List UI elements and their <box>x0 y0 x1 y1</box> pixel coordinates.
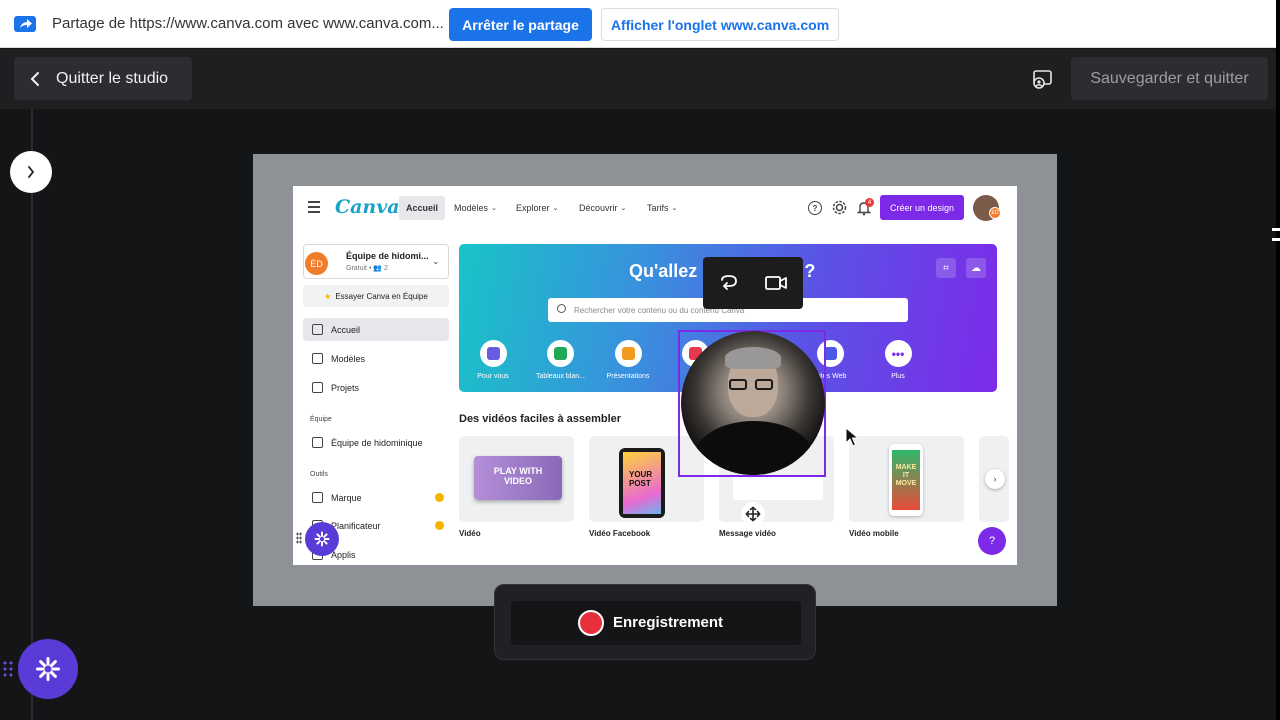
notification-badge: 4 <box>865 198 874 207</box>
stop-sharing-button[interactable]: Arrêter le partage <box>449 8 592 41</box>
crop-icon[interactable]: ⌗ <box>936 258 956 278</box>
webcam-toolbar <box>703 257 803 309</box>
team-name: Équipe de hidomi... <box>346 251 429 261</box>
home-icon <box>312 324 323 335</box>
category-icon <box>614 340 642 367</box>
sidebar-item-templates[interactable]: Modèles <box>303 347 449 370</box>
video-camera-icon[interactable] <box>764 271 788 295</box>
screen-root: Partage de https://www.canva.com avec ww… <box>0 0 1280 720</box>
thumb-mobile-video[interactable]: MAKE IT MOVE <box>849 436 964 522</box>
category-label: Tableaux blan... <box>535 373 586 380</box>
screen-share-icon <box>14 16 36 32</box>
chevron-right-icon <box>28 166 35 178</box>
crown-icon <box>435 521 444 530</box>
quit-studio-label: Quitter le studio <box>56 69 169 87</box>
help-bubble-button[interactable]: ? <box>978 527 1006 555</box>
category-item[interactable]: Tableaux blan... <box>527 340 595 380</box>
flower-icon <box>36 657 60 681</box>
captured-canva-page: Canva Accueil Modèles ⌄ Explorer ⌄ Découvr… <box>293 186 1017 565</box>
thumb-label: Vidéo mobile <box>849 529 899 538</box>
team-avatar: ÉD <box>305 252 328 275</box>
canva-top-nav: Canva Accueil Modèles ⌄ Explorer ⌄ Découvr… <box>293 186 1017 230</box>
chevron-left-icon <box>30 72 39 86</box>
section-title: Des vidéos faciles à assembler <box>459 413 622 425</box>
team-avatar-mini: ÉD <box>989 207 1001 219</box>
expand-panel-button[interactable] <box>10 151 52 193</box>
save-and-quit-button[interactable]: Sauvegarder et quitter <box>1071 57 1268 100</box>
edge-mark <box>1272 238 1280 241</box>
create-design-button[interactable]: Créer un design <box>880 195 964 220</box>
webcam-bubble[interactable] <box>681 331 825 475</box>
crown-icon <box>435 493 444 502</box>
thumb-label: Message vidéo <box>719 529 776 538</box>
category-icon <box>479 340 507 367</box>
chevron-down-icon: ⌄ <box>620 205 627 212</box>
camera-share-icon[interactable] <box>1030 68 1054 92</box>
timeline-track <box>31 109 33 720</box>
folder-icon <box>312 382 323 393</box>
quit-studio-button[interactable]: Quitter le studio <box>14 57 192 100</box>
sidebar-item-home[interactable]: Accueil <box>303 318 449 341</box>
sidebar-item-brand[interactable]: Marque <box>303 486 449 509</box>
start-recording-button[interactable]: Enregistrement <box>511 601 801 645</box>
thumb-label: Vidéo Facebook <box>589 529 651 538</box>
recorder-widget-button[interactable] <box>18 639 78 699</box>
show-tab-button[interactable]: Afficher l'onglet www.canva.com <box>601 8 839 41</box>
category-item[interactable]: Pour vous <box>459 340 527 380</box>
gear-icon[interactable] <box>832 200 847 215</box>
team-plan: Gratuit • 👥 2 <box>346 265 388 272</box>
nav-templates[interactable]: Modèles ⌄ <box>447 196 504 220</box>
share-status-text: Partage de https://www.canva.com avec ww… <box>52 15 444 32</box>
recording-panel: Enregistrement <box>494 584 816 660</box>
try-team-button[interactable]: ★ Essayer Canva en Équipe <box>303 285 449 307</box>
brand-icon <box>312 492 323 503</box>
star-icon: ★ <box>324 291 332 301</box>
screen-share-bar: Partage de https://www.canva.com avec ww… <box>0 0 1276 48</box>
menu-icon[interactable] <box>308 201 320 213</box>
category-label: Pour vous <box>477 373 509 380</box>
templates-icon <box>312 353 323 364</box>
record-dot-icon <box>578 610 604 636</box>
window-right-edge <box>1276 0 1280 720</box>
sidebar-item-projects[interactable]: Projets <box>303 376 449 399</box>
drag-handle-icon[interactable] <box>2 660 14 678</box>
sidebar-section-tools: Outils <box>310 471 328 478</box>
nav-discover[interactable]: Découvrir ⌄ <box>572 196 633 220</box>
carousel-next-button[interactable]: › <box>985 469 1005 489</box>
nav-pricing[interactable]: Tarifs ⌄ <box>640 196 684 220</box>
studio-header: Quitter le studio Sauvegarder et quitter <box>0 49 1276 109</box>
nav-explore[interactable]: Explorer ⌄ <box>509 196 565 220</box>
edge-mark <box>1272 228 1280 231</box>
chevron-down-icon: ⌄ <box>491 205 497 212</box>
nav-home[interactable]: Accueil <box>399 196 446 220</box>
drag-handle-icon[interactable] <box>296 532 302 544</box>
move-icon[interactable] <box>741 502 765 526</box>
recording-label: Enregistrement <box>613 614 724 631</box>
sidebar-item-team[interactable]: Équipe de hidominique <box>303 431 449 454</box>
thumb-label: Vidéo <box>459 529 481 538</box>
sidebar-section-team: Équipe <box>310 416 332 423</box>
category-icon <box>547 340 574 367</box>
category-label: Présentations <box>606 373 650 380</box>
chevron-down-icon: ⌄ <box>432 256 440 266</box>
chevron-down-icon: ⌄ <box>671 205 678 212</box>
thumb-video[interactable]: PLAY WITH VIDEO <box>459 436 574 522</box>
recorder-flower-icon[interactable] <box>305 522 339 556</box>
category-item[interactable]: ••• Plus <box>864 340 932 380</box>
search-icon <box>557 304 566 313</box>
chevron-down-icon: ⌄ <box>552 205 559 212</box>
canva-logo[interactable]: Canva <box>335 196 400 218</box>
replace-icon[interactable] <box>717 271 741 295</box>
upload-cloud-icon[interactable]: ☁ <box>966 258 986 278</box>
mouse-cursor-icon <box>845 427 859 447</box>
category-item[interactable]: Présentations <box>594 340 662 380</box>
category-icon: ••• <box>884 340 912 367</box>
building-icon <box>312 437 323 448</box>
help-icon[interactable]: ? <box>808 201 822 215</box>
category-label: Plus <box>891 373 905 380</box>
